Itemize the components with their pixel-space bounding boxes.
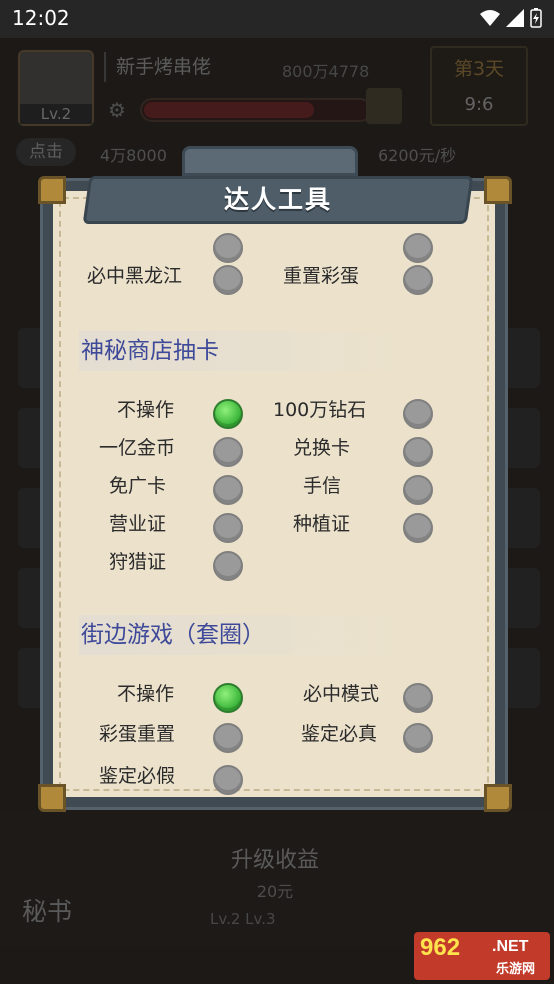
radio-button[interactable] bbox=[213, 723, 243, 753]
radio-button[interactable] bbox=[213, 233, 243, 263]
option-label: 兑换卡 bbox=[293, 437, 351, 459]
option-label: 重置彩蛋 bbox=[283, 265, 360, 287]
radio-button[interactable] bbox=[213, 551, 243, 581]
option-label: 鉴定必真 bbox=[301, 723, 378, 745]
option-label: 100万钻石 bbox=[273, 399, 367, 421]
title-tab bbox=[182, 146, 358, 176]
dialog-corner bbox=[484, 784, 512, 812]
options-scroll-area[interactable]: 必中黑龙江 重置彩蛋 神秘商店抽卡 不操作 100万钻石 一亿金币 兑换卡 免广… bbox=[53, 191, 495, 797]
radio-button[interactable] bbox=[213, 683, 243, 713]
radio-button[interactable] bbox=[213, 475, 243, 505]
dialog-title: 达人工具 bbox=[223, 185, 332, 214]
radio-button[interactable] bbox=[403, 513, 433, 543]
dialog-paper: 必中黑龙江 重置彩蛋 神秘商店抽卡 不操作 100万钻石 一亿金币 兑换卡 免广… bbox=[53, 191, 495, 797]
radio-button[interactable] bbox=[213, 437, 243, 467]
radio-button[interactable] bbox=[403, 233, 433, 263]
radio-button[interactable] bbox=[403, 265, 433, 295]
wifi-icon bbox=[480, 10, 500, 26]
option-label: 必中黑龙江 bbox=[87, 265, 183, 287]
option-label: 手信 bbox=[303, 475, 342, 497]
option-label: 狩猎证 bbox=[109, 551, 167, 573]
watermark-brand: 962 bbox=[420, 934, 461, 961]
dialog-corner bbox=[484, 176, 512, 204]
section-title: 街边游戏（套圈） bbox=[79, 615, 419, 655]
option-label: 必中模式 bbox=[303, 683, 380, 705]
section-title: 神秘商店抽卡 bbox=[79, 331, 419, 371]
radio-button[interactable] bbox=[213, 399, 243, 429]
option-label: 不操作 bbox=[117, 683, 175, 705]
dialog-title-plate: 达人工具 bbox=[82, 146, 474, 226]
radio-button[interactable] bbox=[213, 265, 243, 295]
option-label: 营业证 bbox=[109, 513, 167, 535]
status-icons bbox=[480, 8, 542, 28]
signal-icon bbox=[506, 9, 524, 27]
radio-button[interactable] bbox=[403, 437, 433, 467]
radio-button[interactable] bbox=[213, 513, 243, 543]
watermark-site: 乐游网 bbox=[496, 961, 536, 976]
watermark-tld: .NET bbox=[492, 938, 529, 955]
radio-button[interactable] bbox=[403, 683, 433, 713]
option-label: 一亿金币 bbox=[99, 437, 176, 459]
battery-icon bbox=[530, 8, 542, 28]
radio-button[interactable] bbox=[403, 723, 433, 753]
expert-tools-dialog: 必中黑龙江 重置彩蛋 神秘商店抽卡 不操作 100万钻石 一亿金币 兑换卡 免广… bbox=[40, 178, 508, 810]
dialog-corner bbox=[38, 176, 66, 204]
option-label: 不操作 bbox=[117, 399, 175, 421]
option-label: 彩蛋重置 bbox=[99, 723, 176, 745]
option-label: 免广卡 bbox=[109, 475, 167, 497]
site-watermark: 962 .NET 乐游网 bbox=[414, 932, 550, 980]
option-label: 鉴定必假 bbox=[99, 765, 176, 787]
radio-button[interactable] bbox=[403, 475, 433, 505]
status-time: 12:02 bbox=[12, 6, 70, 30]
status-bar: 12:02 bbox=[0, 0, 554, 38]
option-label: 种植证 bbox=[293, 513, 351, 535]
radio-button[interactable] bbox=[213, 765, 243, 795]
radio-button[interactable] bbox=[403, 399, 433, 429]
dialog-corner bbox=[38, 784, 66, 812]
